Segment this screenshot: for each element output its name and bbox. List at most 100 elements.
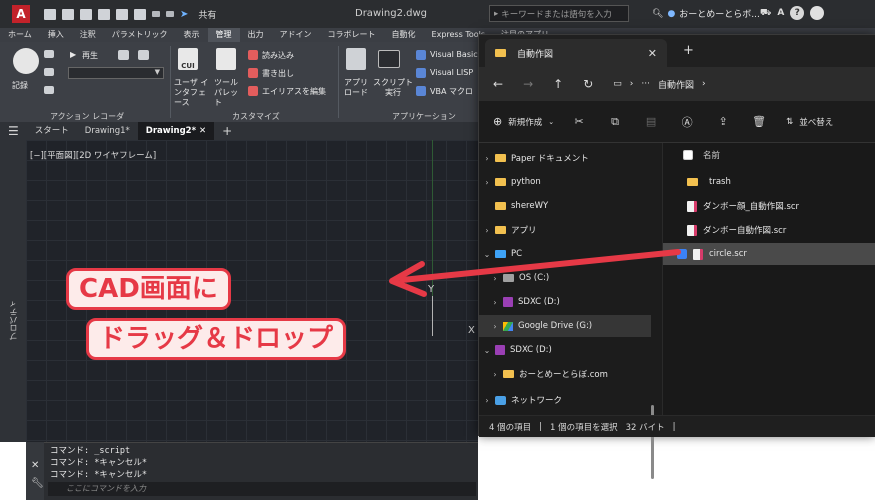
- app-load-icon[interactable]: [346, 48, 366, 70]
- file-item-danbo[interactable]: ダンボー自動作図.scr: [663, 219, 875, 241]
- save-as-icon[interactable]: [98, 8, 110, 20]
- publish-icon[interactable]: [116, 8, 128, 20]
- visual-basic-label[interactable]: Visual Basic: [430, 50, 478, 59]
- help-icon[interactable]: ?: [790, 6, 805, 20]
- properties-strip[interactable]: [0, 140, 26, 442]
- tab-view[interactable]: 表示: [176, 28, 208, 42]
- close-icon[interactable]: ✕: [648, 47, 657, 60]
- save-icon[interactable]: [80, 8, 92, 20]
- new-button[interactable]: 新規作成: [508, 116, 542, 128]
- rename-icon[interactable]: Ⓐ: [676, 114, 698, 130]
- column-name[interactable]: 名前: [703, 149, 720, 161]
- script-run-icon[interactable]: [378, 50, 400, 68]
- properties-label[interactable]: プロパティ: [8, 300, 19, 340]
- tool-palette-icon[interactable]: [216, 48, 236, 70]
- chevron-right-icon[interactable]: ›: [479, 154, 495, 163]
- insert-message-icon[interactable]: [44, 50, 54, 58]
- export-label[interactable]: 書き出し: [262, 68, 294, 79]
- play-label[interactable]: 再生: [82, 50, 98, 61]
- path-current[interactable]: 自動作図: [658, 78, 694, 91]
- tool-palette-label[interactable]: ツール パレット: [214, 78, 242, 108]
- panel-action-recorder[interactable]: アクション レコーダ: [50, 111, 124, 122]
- cui-icon[interactable]: CUI: [178, 48, 198, 70]
- tab-parametric[interactable]: パラメトリック: [104, 28, 176, 42]
- autodesk-icon[interactable]: A: [777, 8, 784, 18]
- refresh-icon[interactable]: ↻: [583, 77, 593, 91]
- play-icon[interactable]: ▶: [70, 50, 76, 59]
- autocad-logo-icon[interactable]: A: [12, 5, 30, 23]
- cut-icon[interactable]: ✂: [568, 114, 590, 130]
- forward-icon[interactable]: →: [523, 77, 533, 91]
- record-icon[interactable]: [13, 48, 39, 74]
- nav-item-network[interactable]: › ネットワーク: [479, 389, 651, 411]
- panel-applications[interactable]: アプリケーション: [392, 111, 456, 122]
- sort-icon[interactable]: ⇅: [786, 117, 793, 127]
- tab-manage[interactable]: 管理: [207, 28, 240, 42]
- doc-tab-start[interactable]: スタート: [27, 122, 77, 140]
- copy-icon[interactable]: ⧉: [604, 114, 626, 130]
- nav-item-sdxc-d-root[interactable]: ⌄ SDXC (D:): [479, 339, 651, 361]
- app-load-label[interactable]: アプリ ロード: [344, 78, 370, 98]
- panel-customize[interactable]: カスタマイズ: [232, 111, 280, 122]
- request-input-icon[interactable]: [44, 68, 54, 76]
- chevron-right-icon[interactable]: ›: [487, 322, 503, 331]
- share-label[interactable]: 共有: [198, 8, 216, 21]
- explorer-tab[interactable]: 自動作図 ✕: [485, 39, 667, 67]
- tab-home[interactable]: ホーム: [0, 28, 40, 42]
- doc-tab-drawing1[interactable]: Drawing1*: [77, 122, 138, 140]
- address-bar[interactable]: ▭ › ··· 自動作図 ›: [613, 78, 705, 91]
- record-label[interactable]: 記録: [12, 80, 28, 91]
- export-icon[interactable]: [248, 68, 258, 78]
- edit-alias-label[interactable]: エイリアスを編集: [262, 86, 326, 97]
- tab-automate[interactable]: 自動化: [384, 28, 424, 42]
- nav-item-sherewy[interactable]: shereWY: [479, 195, 651, 217]
- tab-annotate[interactable]: 注釈: [72, 28, 104, 42]
- close-icon[interactable]: ✕: [199, 126, 206, 136]
- search-icon[interactable]: 🔍︎: [652, 9, 663, 19]
- manage-actions-icon[interactable]: [138, 50, 149, 60]
- script-run-label[interactable]: スクリプト 実行: [373, 78, 413, 98]
- import-label[interactable]: 読み込み: [262, 50, 294, 61]
- tab-output[interactable]: 出力: [240, 28, 272, 42]
- share-icon[interactable]: ⇪: [712, 114, 734, 130]
- undo-icon[interactable]: [152, 11, 160, 17]
- print-icon[interactable]: [134, 8, 146, 20]
- file-item-trash[interactable]: trash: [663, 171, 875, 193]
- search-input[interactable]: ▸ キーワードまたは語句を入力: [489, 5, 629, 22]
- vba-macro-icon[interactable]: [416, 86, 426, 96]
- path-more[interactable]: ···: [641, 79, 650, 89]
- cart-icon[interactable]: ⛟: [760, 8, 771, 19]
- chevron-right-icon[interactable]: ›: [479, 226, 495, 235]
- menu-icon[interactable]: ☰: [0, 122, 27, 140]
- nav-item-automatelab[interactable]: › おーとめーとらぼ.com: [479, 363, 651, 385]
- chevron-right-icon[interactable]: ›: [487, 370, 503, 379]
- up-icon[interactable]: ↑: [553, 77, 563, 91]
- redo-icon[interactable]: [166, 11, 174, 17]
- file-item-circle[interactable]: circle.scr: [663, 243, 875, 265]
- share-icon[interactable]: ➤: [180, 9, 188, 20]
- wrench-icon[interactable]: 🔧︎: [31, 478, 44, 489]
- nav-item-google-drive[interactable]: › Google Drive (G:): [479, 315, 651, 337]
- action-macro-dropdown[interactable]: ▼: [68, 67, 164, 79]
- doc-tab-drawing2[interactable]: Drawing2* ✕: [137, 122, 215, 140]
- nav-item-paper-documents[interactable]: › Paper ドキュメント: [479, 147, 651, 169]
- back-icon[interactable]: ←: [493, 77, 503, 91]
- preference-icon[interactable]: [118, 50, 129, 60]
- plus-circle-icon[interactable]: ⊕: [493, 115, 502, 128]
- cloud-icon[interactable]: [810, 6, 825, 20]
- chevron-right-icon[interactable]: ›: [479, 396, 495, 405]
- new-tab-button[interactable]: +: [214, 122, 240, 140]
- visual-lisp-label[interactable]: Visual LISP: [430, 68, 473, 77]
- tab-insert[interactable]: 挿入: [40, 28, 72, 42]
- visual-lisp-icon[interactable]: [416, 68, 426, 78]
- nav-item-python[interactable]: › python: [479, 171, 651, 193]
- visual-basic-icon[interactable]: [416, 50, 426, 60]
- command-line-handle[interactable]: [26, 442, 44, 500]
- tab-addins[interactable]: アドイン: [272, 28, 320, 42]
- select-all-checkbox[interactable]: [683, 150, 693, 160]
- close-icon[interactable]: ✕: [31, 460, 39, 471]
- viewport-label[interactable]: [−][平面図][2D ワイヤフレーム]: [30, 149, 156, 161]
- new-file-icon[interactable]: [44, 8, 56, 20]
- chevron-right-icon[interactable]: ›: [479, 178, 495, 187]
- import-icon[interactable]: [248, 50, 258, 60]
